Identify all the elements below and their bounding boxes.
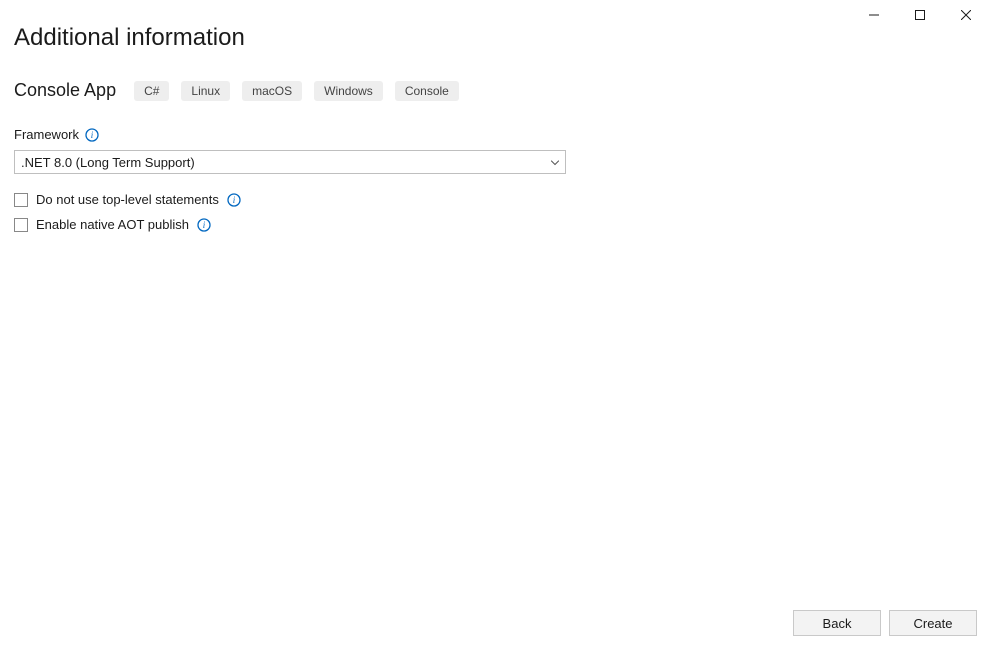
project-type-label: Console App xyxy=(14,80,116,101)
page-title: Additional information xyxy=(14,24,975,52)
top-level-checkbox[interactable] xyxy=(14,193,28,207)
aot-checkbox[interactable] xyxy=(14,218,28,232)
svg-text:i: i xyxy=(233,195,236,205)
tag-linux[interactable]: Linux xyxy=(181,81,230,101)
tag-macos[interactable]: macOS xyxy=(242,81,302,101)
aot-label: Enable native AOT publish xyxy=(36,217,189,232)
info-icon[interactable]: i xyxy=(85,128,99,142)
svg-text:i: i xyxy=(203,220,206,230)
svg-text:i: i xyxy=(91,130,94,140)
framework-selected-value: .NET 8.0 (Long Term Support) xyxy=(21,155,195,170)
chevron-down-icon xyxy=(551,155,559,170)
tag-console[interactable]: Console xyxy=(395,81,459,101)
tag-csharp[interactable]: C# xyxy=(134,81,169,101)
top-level-label: Do not use top-level statements xyxy=(36,192,219,207)
tag-windows[interactable]: Windows xyxy=(314,81,383,101)
back-button[interactable]: Back xyxy=(793,610,881,636)
framework-label: Framework xyxy=(14,127,79,142)
subtitle-row: Console App C# Linux macOS Windows Conso… xyxy=(14,80,975,101)
create-button[interactable]: Create xyxy=(889,610,977,636)
info-icon[interactable]: i xyxy=(197,218,211,232)
info-icon[interactable]: i xyxy=(227,193,241,207)
framework-dropdown[interactable]: .NET 8.0 (Long Term Support) xyxy=(14,150,566,174)
footer-buttons: Back Create xyxy=(793,610,977,636)
